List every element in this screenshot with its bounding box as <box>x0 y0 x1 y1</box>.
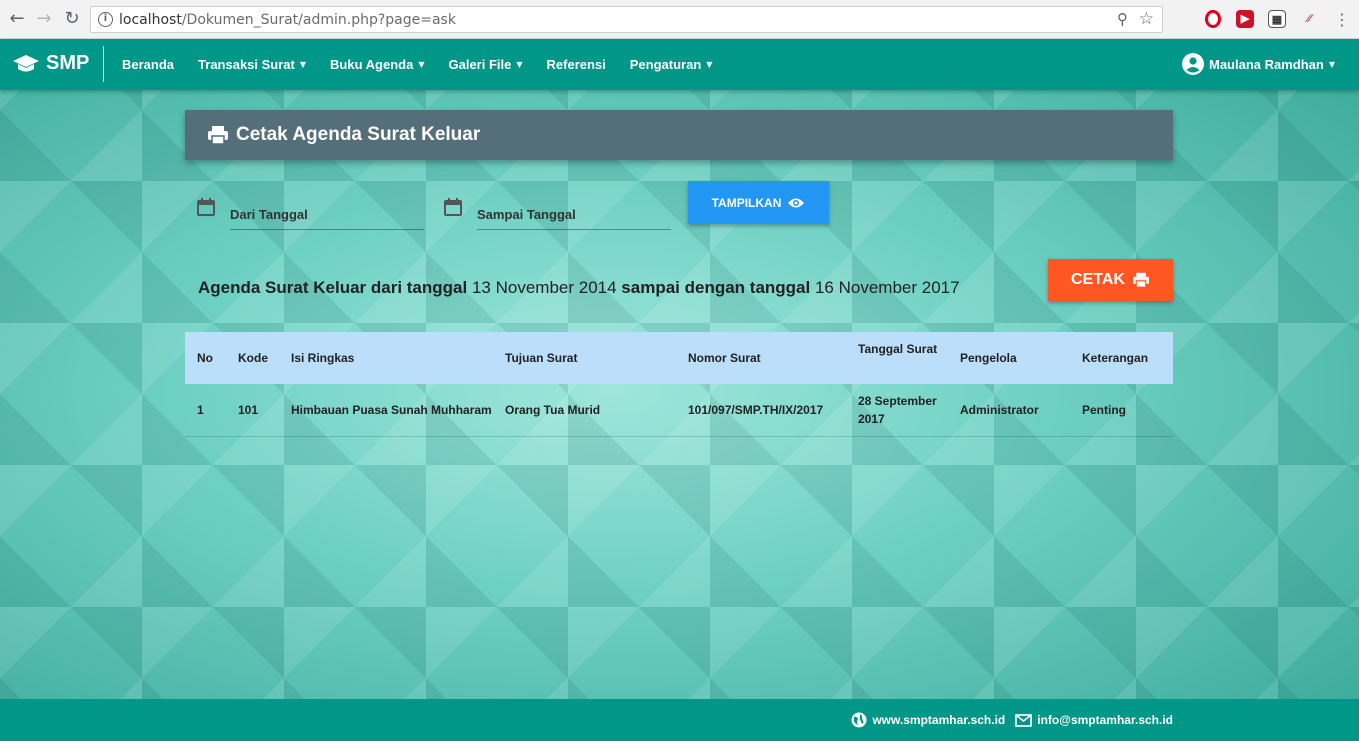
url-host: localhost <box>119 12 182 28</box>
table-cell: 1 <box>197 403 204 417</box>
top-navbar: SMP Beranda Transaksi Surat ▼ Buku Agenda ▼ G… <box>0 39 1359 90</box>
chevron-down-icon: ▼ <box>299 60 307 69</box>
screenshot-extension-icon[interactable]: ▦ <box>1268 10 1286 28</box>
column-header: Keterangan <box>1082 351 1149 365</box>
nav-item-galeri-file[interactable]: Galeri File ▼ <box>436 39 534 90</box>
forward-icon[interactable]: → <box>33 8 55 30</box>
calendar-icon <box>197 198 215 216</box>
printer-icon <box>1132 272 1149 288</box>
nav-item-label: Transaksi Surat <box>198 57 295 72</box>
address-bar[interactable]: i localhost/Dokumen_Surat/admin.php?page… <box>90 6 1163 33</box>
summary-prefix: Agenda Surat Keluar dari tanggal <box>198 278 468 297</box>
nav-item-label: Pengaturan <box>629 57 702 72</box>
input-underline <box>477 229 671 230</box>
table-row: 1 101 Himbauan Puasa Sunah Muhharam Orang T… <box>185 384 1173 437</box>
column-header: Pengelola <box>960 351 1017 365</box>
brand-text: SMP <box>46 52 90 74</box>
to-date-placeholder: Sampai Tanggal <box>477 207 576 222</box>
app-root: SMP Beranda Transaksi Surat ▼ Buku Agenda ▼ G… <box>0 39 1359 741</box>
to-date-field[interactable]: Sampai Tanggal <box>443 194 671 231</box>
globe-icon <box>851 712 867 728</box>
user-menu[interactable]: Maulana Ramdhan ▼ <box>1181 53 1335 75</box>
browser-toolbar: ← → ↻ i localhost/Dokumen_Surat/admin.ph… <box>0 0 1359 39</box>
pocket-extension-icon[interactable]: ⁄⁄ <box>1300 10 1318 28</box>
table-cell: Penting <box>1082 403 1126 417</box>
calendar-icon <box>444 198 462 216</box>
column-header: No <box>197 351 213 365</box>
nav-item-buku-agenda[interactable]: Buku Agenda ▼ <box>318 39 436 90</box>
nav-item-pengaturan[interactable]: Pengaturan ▼ <box>618 39 725 90</box>
nav-item-label: Beranda <box>122 57 175 72</box>
show-button[interactable]: TAMPILKAN <box>688 181 829 224</box>
chevron-down-icon: ▼ <box>516 60 523 69</box>
account-circle-icon <box>1181 53 1204 75</box>
user-name: Maulana Ramdhan <box>1208 56 1324 72</box>
chevron-down-icon: ▼ <box>706 60 713 69</box>
website-text: www.smptamhar.sch.id <box>872 713 1006 727</box>
reload-icon[interactable]: ↻ <box>61 8 83 30</box>
url-text[interactable]: localhost/Dokumen_Surat/admin.php?page=a… <box>119 12 456 28</box>
summary-to-date: 16 November 2017 <box>814 278 960 297</box>
table-cell: 101/097/SMP.TH/IX/2017 <box>688 403 824 417</box>
print-button[interactable]: CETAK <box>1048 259 1173 301</box>
column-header: Tujuan Surat <box>505 351 578 365</box>
table-cell: Orang Tua Murid <box>505 403 601 417</box>
summary-from-date: 13 November 2014 <box>471 278 617 297</box>
nav-item-label: Galeri File <box>448 57 512 72</box>
nav-item-transaksi-surat[interactable]: Transaksi Surat ▼ <box>186 39 318 90</box>
column-header: Tanggal Surat <box>858 342 938 356</box>
email-link[interactable]: info@smptamhar.sch.id <box>1015 713 1173 727</box>
email-text: info@smptamhar.sch.id <box>1037 713 1173 727</box>
nav-item-beranda[interactable]: Beranda <box>110 39 186 90</box>
page-title-card: Cetak Agenda Surat Keluar <box>185 110 1173 160</box>
bookmark-star-icon[interactable]: ☆ <box>1139 9 1154 29</box>
brand-divider <box>103 46 104 82</box>
browser-menu-icon[interactable]: ⋮ <box>1334 10 1350 29</box>
url-path: /Dokumen_Surat/admin.php?page=ask <box>181 12 456 28</box>
brand-logo[interactable]: SMP <box>12 52 89 75</box>
table-cell: Administrator <box>960 403 1039 417</box>
table-body: 1 101 Himbauan Puasa Sunah Muhharam Orang T… <box>185 384 1173 437</box>
graduation-cap-icon <box>13 54 39 71</box>
nav-item-label: Buku Agenda <box>330 57 414 72</box>
from-date-field[interactable]: Dari Tanggal <box>196 194 424 231</box>
print-button-label: CETAK <box>1071 271 1125 288</box>
nav-item-referensi[interactable]: Referensi <box>535 39 618 90</box>
info-icon[interactable]: i <box>98 12 113 27</box>
input-underline <box>230 229 424 230</box>
printer-icon <box>208 126 228 145</box>
eye-icon <box>788 198 805 207</box>
agenda-summary: Agenda Surat Keluar dari tanggal 13 Nove… <box>198 278 960 298</box>
column-header: Kode <box>238 351 268 365</box>
media-extension-icon[interactable]: ▶ <box>1236 10 1254 28</box>
zoom-icon[interactable]: ⚲ <box>1117 10 1128 28</box>
website-link[interactable]: www.smptamhar.sch.id <box>851 712 1005 728</box>
nav-item-label: Referensi <box>546 57 606 72</box>
footer: www.smptamhar.sch.id info@smptamhar.sch.… <box>0 699 1359 741</box>
table-header: No Kode Isi Ringkas Tujuan Surat Nomor Surat… <box>185 332 1173 384</box>
table-cell: Himbauan Puasa Sunah Muhharam <box>291 403 492 417</box>
back-icon[interactable]: ← <box>6 8 28 30</box>
table-cell: 28 September 2017 <box>858 394 937 426</box>
from-date-placeholder: Dari Tanggal <box>230 207 308 222</box>
column-header: Nomor Surat <box>688 351 761 365</box>
show-button-label: TAMPILKAN <box>711 195 782 210</box>
opera-extension-icon[interactable] <box>1205 10 1221 28</box>
summary-middle: sampai dengan tanggal <box>621 278 811 297</box>
page-title: Cetak Agenda Surat Keluar <box>236 124 481 145</box>
table-cell: 101 <box>238 403 259 417</box>
main-menu: Beranda Transaksi Surat ▼ Buku Agenda ▼ Galer… <box>110 39 724 90</box>
column-header: Isi Ringkas <box>291 351 355 365</box>
chevron-down-icon: ▼ <box>1328 59 1335 69</box>
mail-icon <box>1015 713 1033 727</box>
chevron-down-icon: ▼ <box>418 60 425 69</box>
agenda-table: No Kode Isi Ringkas Tujuan Surat Nomor Surat… <box>185 332 1173 437</box>
